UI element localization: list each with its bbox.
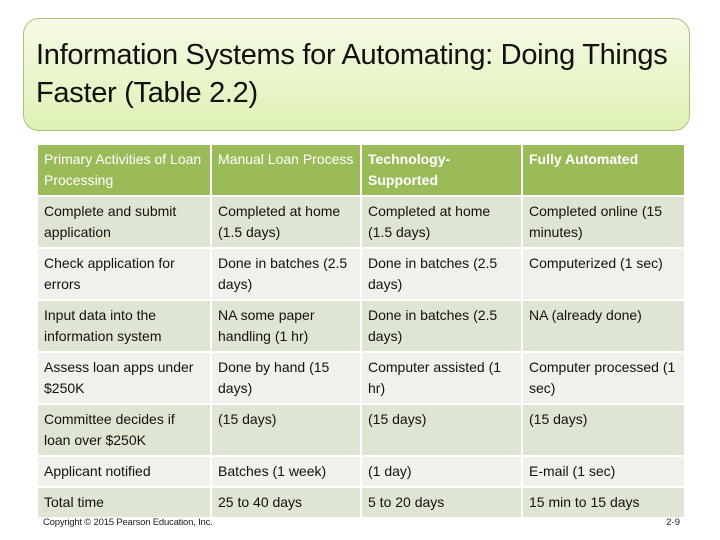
cell-technology: Done in batches (2.5 days) xyxy=(360,299,523,353)
cell-technology: Computer assisted (1 hr) xyxy=(360,351,523,405)
loan-processing-table: Primary Activities of Loan Processing Ma… xyxy=(36,143,686,519)
header-technology-supported: Technology-Supported xyxy=(360,143,523,197)
cell-automated: Computer processed (1 sec) xyxy=(521,351,686,405)
cell-activity: Applicant notified xyxy=(36,455,212,488)
cell-manual: Batches (1 week) xyxy=(210,455,362,488)
table-row: Complete and submit application Complete… xyxy=(36,195,686,249)
table-row: Input data into the information system N… xyxy=(36,299,686,353)
cell-automated: Computerized (1 sec) xyxy=(521,247,686,301)
copyright-notice: Copyright © 2015 Pearson Education, Inc. xyxy=(43,517,213,528)
cell-automated: Completed online (15 minutes) xyxy=(521,195,686,249)
slide: Information Systems for Automating: Doin… xyxy=(0,0,720,540)
cell-activity: Complete and submit application xyxy=(36,195,212,249)
cell-automated: (15 days) xyxy=(521,403,686,457)
cell-technology: (1 day) xyxy=(360,455,523,488)
cell-automated: 15 min to 15 days xyxy=(521,486,686,519)
table-row: Check application for errors Done in bat… xyxy=(36,247,686,301)
cell-activity: Assess loan apps under $250K xyxy=(36,351,212,405)
cell-technology: 5 to 20 days xyxy=(360,486,523,519)
table-row: Committee decides if loan over $250K (15… xyxy=(36,403,686,457)
cell-manual: Done in batches (2.5 days) xyxy=(210,247,362,301)
cell-automated: E-mail (1 sec) xyxy=(521,455,686,488)
table-header-row: Primary Activities of Loan Processing Ma… xyxy=(36,143,686,197)
cell-manual: (15 days) xyxy=(210,403,362,457)
slide-title: Information Systems for Automating: Doin… xyxy=(36,39,668,109)
cell-technology: Completed at home (1.5 days) xyxy=(360,195,523,249)
table-row: Assess loan apps under $250K Done by han… xyxy=(36,351,686,405)
cell-manual: Completed at home (1.5 days) xyxy=(210,195,362,249)
cell-activity: Check application for errors xyxy=(36,247,212,301)
cell-technology: (15 days) xyxy=(360,403,523,457)
cell-manual: Done by hand (15 days) xyxy=(210,351,362,405)
header-manual-loan-process: Manual Loan Process xyxy=(210,143,362,197)
table-row: Applicant notified Batches (1 week) (1 d… xyxy=(36,455,686,488)
cell-activity: Total time xyxy=(36,486,212,519)
page-number: 2-9 xyxy=(666,517,680,528)
header-primary-activities: Primary Activities of Loan Processing xyxy=(36,143,212,197)
cell-activity: Committee decides if loan over $250K xyxy=(36,403,212,457)
cell-manual: 25 to 40 days xyxy=(210,486,362,519)
table-row-total: Total time 25 to 40 days 5 to 20 days 15… xyxy=(36,486,686,519)
cell-activity: Input data into the information system xyxy=(36,299,212,353)
cell-technology: Done in batches (2.5 days) xyxy=(360,247,523,301)
cell-manual: NA some paper handling (1 hr) xyxy=(210,299,362,353)
header-fully-automated: Fully Automated xyxy=(521,143,686,197)
cell-automated: NA (already done) xyxy=(521,299,686,353)
